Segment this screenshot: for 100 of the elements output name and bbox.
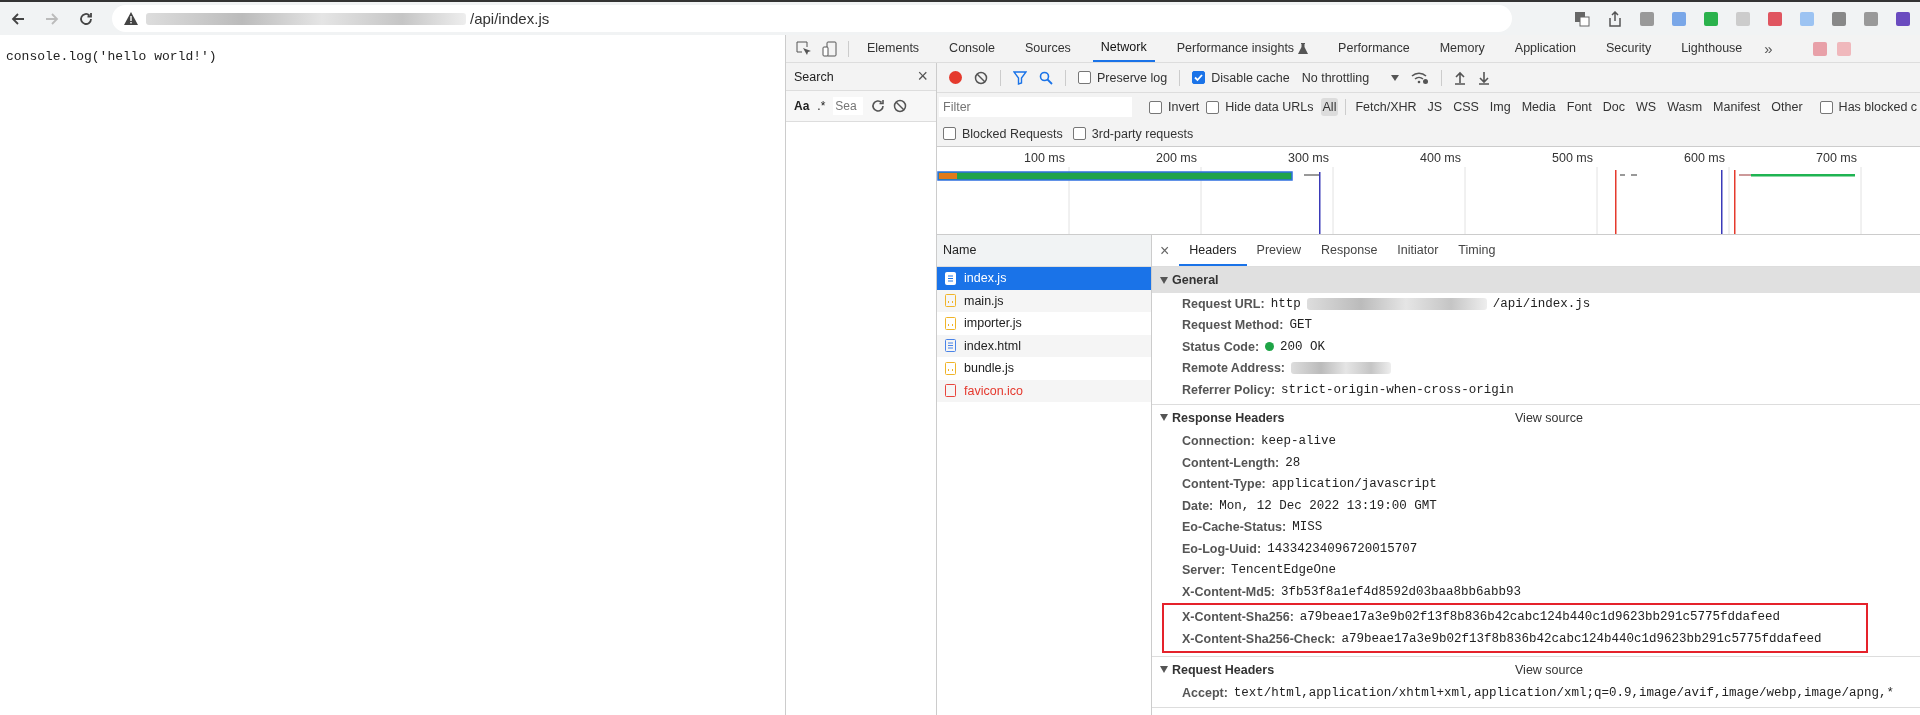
checkbox[interactable] (1192, 71, 1206, 84)
type-filter-button[interactable]: Fetch/XHR (1353, 98, 1419, 116)
search-tab[interactable]: Search (794, 69, 834, 84)
detail-tab[interactable]: Timing (1448, 235, 1506, 266)
checkbox[interactable] (1078, 71, 1091, 84)
devtools-tab[interactable]: Console (941, 35, 1003, 62)
type-filter-button[interactable]: JS (1425, 98, 1445, 116)
inspect-icon[interactable] (796, 40, 812, 57)
type-filter-button[interactable]: Font (1564, 98, 1594, 116)
extension-icon[interactable] (1704, 11, 1718, 26)
request-row[interactable]: index.js (937, 267, 1151, 290)
download-icon[interactable] (1478, 70, 1491, 85)
section-toggle[interactable]: Response Headers (1160, 410, 1515, 425)
upload-icon[interactable] (1454, 70, 1467, 85)
request-row[interactable]: favicon.ico (937, 379, 1151, 402)
type-filter-button[interactable]: Media (1519, 98, 1558, 116)
extension-icon[interactable] (1896, 11, 1910, 26)
devtools-tab[interactable]: Elements (859, 35, 928, 62)
tick-label: 400 ms (1420, 151, 1461, 165)
type-filter-button[interactable]: Other (1769, 98, 1805, 116)
checkbox-option[interactable]: Disable cache (1192, 70, 1290, 85)
translate-icon[interactable] (1574, 10, 1590, 27)
caret-icon[interactable] (1391, 74, 1400, 81)
checkbox-option[interactable]: Blocked Requests (943, 126, 1063, 141)
tick-label: 500 ms (1552, 151, 1593, 165)
close-button[interactable]: × (1160, 241, 1170, 260)
request-row[interactable]: bundle.js (937, 357, 1151, 380)
checkbox-option[interactable]: 3rd-party requests (1072, 126, 1194, 141)
header-name: X-Content-Md5: (1182, 584, 1276, 599)
clear-icon[interactable] (974, 70, 988, 85)
expand-arrow-icon[interactable] (1160, 414, 1168, 421)
devtools-tab[interactable]: Lighthouse (1673, 35, 1751, 62)
device-icon[interactable] (822, 40, 838, 57)
request-row[interactable]: index.html (937, 334, 1151, 357)
type-filter-button[interactable]: WS (1634, 98, 1659, 116)
address-bar[interactable]: /api/index.js (112, 5, 1512, 32)
type-filter-button[interactable]: Img (1487, 98, 1513, 116)
search-icon[interactable] (1039, 70, 1053, 85)
type-filter-button[interactable]: Doc (1600, 98, 1627, 116)
view-source-link[interactable]: View source (1515, 410, 1583, 425)
devtools-tab[interactable]: Security (1598, 35, 1660, 62)
close-button[interactable]: × (917, 66, 928, 87)
reload-icon[interactable] (78, 10, 94, 27)
header-value: MISS (1292, 520, 1323, 535)
match-case-toggle[interactable]: Aa (794, 99, 810, 113)
devtools-tab[interactable]: Performance insights (1168, 35, 1317, 62)
extension-icon[interactable] (1832, 11, 1846, 26)
devtools-tab[interactable]: Application (1506, 35, 1584, 62)
checkbox[interactable] (943, 127, 956, 140)
view-source-link[interactable]: View source (1515, 662, 1583, 677)
header-name: Request Method: (1182, 318, 1284, 333)
checkbox-option[interactable]: Has blocked c (1819, 100, 1918, 114)
record-button[interactable] (949, 71, 962, 84)
column-header[interactable]: Name (937, 235, 1151, 267)
checkbox[interactable] (1819, 100, 1833, 114)
back-icon[interactable] (10, 10, 26, 27)
checkbox[interactable] (1072, 127, 1086, 140)
header-name: Accept: (1182, 686, 1228, 701)
tick-label: 100 ms (1024, 151, 1065, 165)
query-field[interactable]: Sea (833, 97, 864, 115)
checkbox[interactable] (1149, 100, 1162, 114)
detail-tab[interactable]: Response (1311, 235, 1388, 266)
detail-tab[interactable]: Initiator (1387, 235, 1449, 266)
checkbox-option[interactable]: Preserve log (1078, 70, 1168, 85)
header-value: keep-alive (1260, 434, 1336, 449)
checkbox-option[interactable]: Hide data URLs (1206, 100, 1314, 114)
refresh-icon[interactable] (871, 99, 886, 113)
type-filter-button[interactable]: All (1320, 98, 1339, 116)
more-tabs-button[interactable]: » (1764, 40, 1773, 57)
url-text: /api/index.js (470, 10, 550, 27)
filter-field[interactable]: Filter (939, 97, 1132, 117)
checkbox-option[interactable]: Invert (1149, 100, 1200, 114)
extension-icon[interactable] (1864, 11, 1878, 26)
clear-icon[interactable] (893, 99, 908, 113)
checkbox[interactable] (1206, 100, 1220, 114)
devtools-tab[interactable]: Memory (1431, 35, 1493, 62)
wifi-settings-icon[interactable] (1411, 70, 1430, 85)
type-filter-button[interactable]: Manifest (1711, 98, 1763, 116)
throttling-dropdown[interactable]: No throttling (1301, 70, 1400, 85)
detail-tab[interactable]: Preview (1246, 235, 1312, 266)
request-row[interactable]: importer.js (937, 312, 1151, 335)
tick-label: 600 ms (1684, 151, 1725, 165)
filter-icon[interactable] (1013, 70, 1027, 85)
page-text: console.log('hello world!') (6, 49, 217, 64)
extension-icon[interactable] (1640, 11, 1654, 26)
extension-icon[interactable] (1768, 11, 1782, 26)
expand-arrow-icon[interactable] (1160, 276, 1168, 284)
header-name: Referrer Policy: (1182, 382, 1276, 397)
type-filter-button[interactable]: CSS (1451, 98, 1481, 116)
share-icon[interactable] (1608, 10, 1622, 27)
section-toggle[interactable]: Request Headers (1160, 662, 1515, 677)
devtools-tab[interactable]: Performance (1330, 35, 1418, 62)
request-row[interactable]: main.js (937, 289, 1151, 312)
header-name: Server: (1182, 563, 1226, 578)
header-value: application/javascript (1271, 477, 1437, 492)
header-value: 3fb53f8a1ef4d8592d03baa8bb6abb93 (1281, 584, 1522, 599)
type-filter-button[interactable]: Wasm (1665, 98, 1705, 116)
expand-arrow-icon[interactable] (1160, 666, 1168, 673)
devtools-tab[interactable]: Sources (1017, 35, 1079, 62)
regex-toggle[interactable]: .* (817, 99, 826, 113)
